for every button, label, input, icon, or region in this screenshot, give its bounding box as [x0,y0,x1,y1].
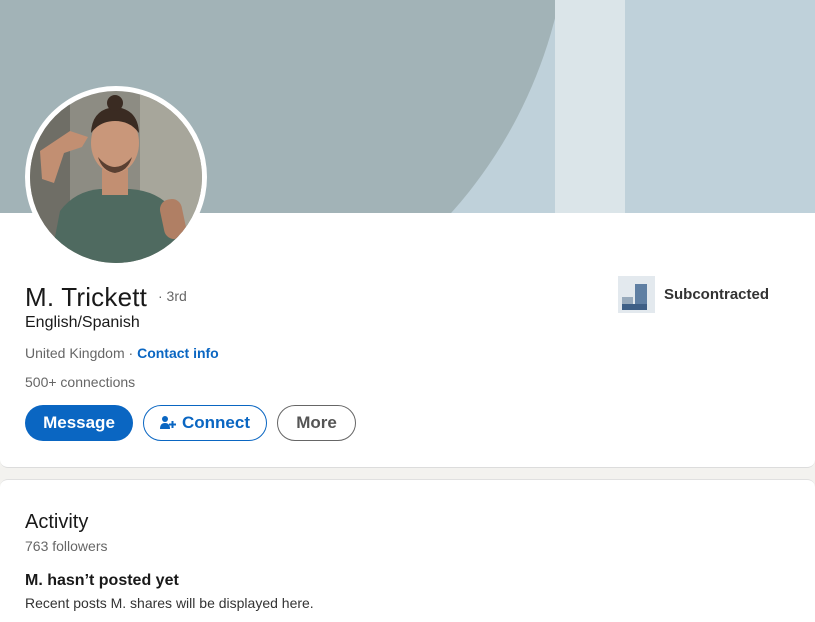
no-posts-title: M. hasn’t posted yet [25,572,179,589]
location-row: United Kingdom · Contact info [25,345,219,361]
current-company[interactable]: Subcontracted [618,276,769,313]
company-logo-icon [618,276,655,313]
connection-degree-badge: · 3rd [158,288,187,304]
activity-title: Activity [25,511,89,533]
more-button[interactable]: More [277,405,356,441]
contact-info-link[interactable]: Contact info [137,345,219,361]
connections-count[interactable]: 500+ connections [25,374,135,390]
avatar-photo [30,91,202,263]
activity-section: Activity 763 followers M. hasn’t posted … [0,479,815,622]
profile-avatar[interactable] [25,86,207,268]
location-separator: · [124,345,138,361]
no-posts-subtitle: Recent posts M. shares will be displayed… [25,595,314,611]
profile-card: M. Trickett · 3rd English/Spanish United… [0,0,815,468]
add-person-icon [160,415,176,431]
profile-headline: English/Spanish [25,314,140,331]
company-name: Subcontracted [664,286,770,303]
profile-location: United Kingdom [25,345,125,361]
profile-name: M. Trickett [25,282,148,312]
followers-count: 763 followers [25,538,108,554]
connect-button-label: Connect [182,413,250,432]
connect-button[interactable]: Connect [143,405,267,441]
banner-stripe-shape [555,0,625,213]
avatar-portrait-image [30,91,202,263]
message-button[interactable]: Message [25,405,133,441]
